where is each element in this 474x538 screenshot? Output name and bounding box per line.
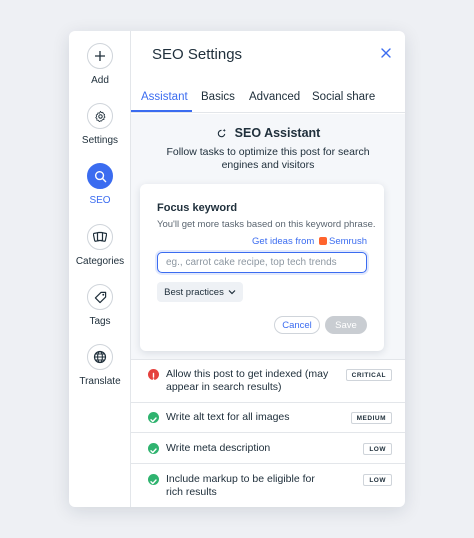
check-icon bbox=[148, 412, 159, 423]
gear-icon bbox=[87, 103, 113, 129]
semrush-icon bbox=[318, 237, 327, 245]
best-practices-button[interactable]: Best practices bbox=[157, 282, 243, 302]
sidebar-item-tags[interactable]: Tags bbox=[69, 284, 131, 328]
tab-advanced[interactable]: Advanced bbox=[249, 91, 300, 103]
get-ideas-link[interactable]: Get ideas from Semrush bbox=[252, 236, 367, 247]
sidebar-item-seo[interactable]: SEO bbox=[69, 163, 131, 207]
sidebar-item-categories[interactable]: Categories bbox=[69, 224, 131, 268]
plus-icon bbox=[87, 43, 113, 69]
chevron-down-icon bbox=[228, 287, 236, 298]
assistant-description: Follow tasks to optimize this post for s… bbox=[166, 146, 370, 171]
check-icon bbox=[148, 443, 159, 454]
sidebar-item-label: Translate bbox=[79, 376, 121, 387]
focus-keyword-card: Focus keyword You'll get more tasks base… bbox=[140, 184, 384, 351]
tab-basics[interactable]: Basics bbox=[201, 91, 235, 103]
sidebar-item-settings[interactable]: Settings bbox=[69, 103, 131, 147]
save-button[interactable]: Save bbox=[325, 316, 367, 334]
search-icon bbox=[87, 163, 113, 189]
sidebar-item-label: Tags bbox=[89, 316, 111, 327]
sidebar-item-add[interactable]: Add bbox=[69, 43, 131, 87]
assistant-heading: SEO Assistant bbox=[131, 126, 405, 142]
task-item-rich-results[interactable]: Include markup to be eligible for rich r… bbox=[131, 463, 405, 507]
tab-social-share[interactable]: Social share bbox=[312, 91, 375, 103]
sidebar-item-translate[interactable]: Translate bbox=[69, 344, 131, 388]
tab-assistant[interactable]: Assistant bbox=[141, 91, 188, 103]
task-text: Include markup to be eligible for rich r… bbox=[166, 473, 315, 498]
close-icon[interactable] bbox=[379, 46, 393, 60]
best-practices-label: Best practices bbox=[164, 286, 224, 298]
task-item-indexing[interactable]: Allow this post to get indexed (may appe… bbox=[131, 359, 405, 402]
globe-icon bbox=[87, 344, 113, 370]
priority-badge: LOW bbox=[363, 443, 392, 455]
sparkle-icon bbox=[216, 128, 227, 142]
page-title: SEO Settings bbox=[152, 46, 243, 63]
seo-settings-panel: Add Settings SEO Categories Tags Transla… bbox=[69, 31, 405, 507]
cancel-button[interactable]: Cancel bbox=[274, 316, 320, 334]
sidebar-item-label: SEO bbox=[89, 195, 111, 206]
active-tab-indicator bbox=[131, 110, 192, 112]
focus-keyword-input[interactable] bbox=[157, 252, 367, 273]
semrush-label: Semrush bbox=[328, 236, 367, 247]
task-text: Write alt text for all images bbox=[166, 411, 290, 423]
priority-badge: CRITICAL bbox=[345, 369, 392, 381]
check-icon bbox=[148, 474, 159, 485]
tag-icon bbox=[87, 284, 113, 310]
assistant-heading-text: SEO Assistant bbox=[234, 126, 321, 140]
task-item-meta-description[interactable]: Write meta description LOW bbox=[131, 432, 405, 463]
sidebar-item-label: Categories bbox=[75, 256, 125, 267]
sidebar-item-label: Add bbox=[91, 75, 109, 86]
tab-bar: Assistant Basics Advanced Social share bbox=[131, 89, 405, 113]
task-item-alt-text[interactable]: Write alt text for all images MEDIUM bbox=[131, 402, 405, 432]
priority-badge: MEDIUM bbox=[350, 412, 392, 424]
get-ideas-text: Get ideas from bbox=[252, 236, 315, 247]
focus-keyword-subtitle: You'll get more tasks based on this keyw… bbox=[157, 219, 376, 230]
categories-icon bbox=[87, 224, 113, 250]
main-content: SEO Settings Assistant Basics Advanced S… bbox=[131, 31, 405, 507]
task-text: Write meta description bbox=[166, 442, 271, 454]
focus-keyword-title: Focus keyword bbox=[157, 202, 238, 214]
task-text: Allow this post to get indexed (may appe… bbox=[166, 368, 329, 393]
error-icon bbox=[148, 369, 159, 380]
priority-badge: LOW bbox=[363, 474, 392, 486]
assistant-section: SEO Assistant Follow tasks to optimize t… bbox=[131, 114, 405, 359]
sidebar: Add Settings SEO Categories Tags Transla… bbox=[69, 31, 131, 507]
sidebar-item-label: Settings bbox=[81, 135, 119, 146]
